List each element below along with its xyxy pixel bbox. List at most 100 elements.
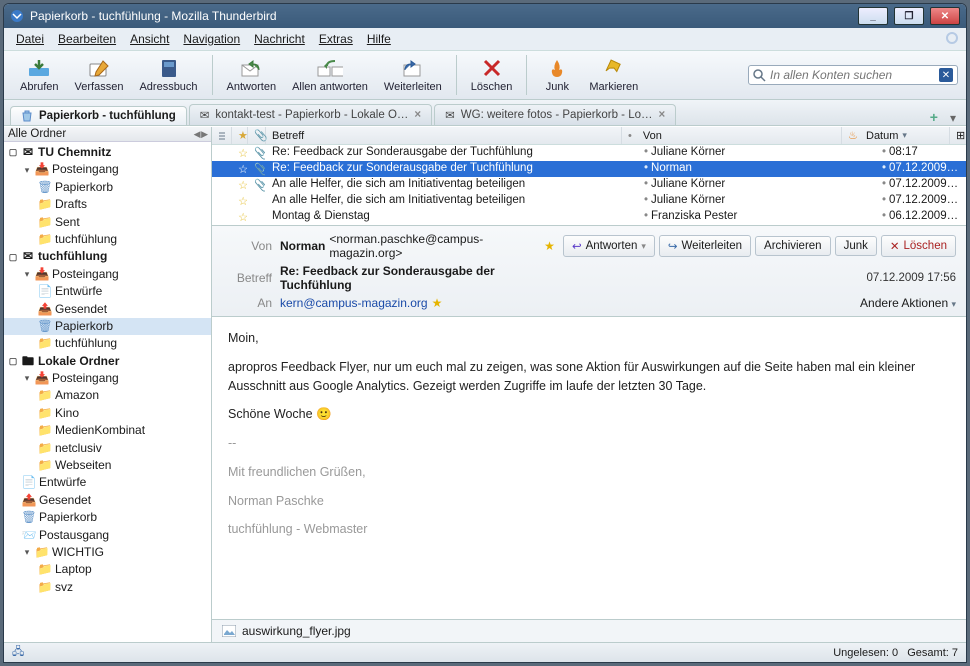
folder-webseiten[interactable]: 📁Webseiten [4,457,211,474]
row-subject: An alle Helfer, die sich am Initiativent… [266,193,638,209]
reply-button[interactable]: Antworten [219,55,285,95]
to-value: kern@campus-magazin.org ★ [280,296,555,310]
tab-close-icon[interactable]: × [414,109,421,121]
star-icon[interactable]: ☆ [232,193,248,209]
message-row[interactable]: ☆📎An alle Helfer, die sich am Initiative… [212,177,966,193]
junk-button[interactable]: Junk [533,55,581,95]
body-line: Moin, [228,329,950,348]
get-mail-button[interactable]: Abrufen [12,55,67,95]
menu-hilfe[interactable]: Hilfe [361,30,397,48]
star-icon[interactable]: ★ [544,239,555,253]
folder-amazon[interactable]: 📁Amazon [4,387,211,404]
star-icon[interactable]: ★ [432,296,443,310]
delete-button[interactable]: Löschen [463,55,521,95]
star-icon[interactable]: ☆ [232,209,248,225]
folder-pane: Alle Ordner ◀ ▶ ▢✉TU Chemnitz ▾📥Posteing… [4,127,212,642]
message-row[interactable]: ☆ An alle Helfer, die sich am Initiativen… [212,193,966,209]
tab-inactive-2[interactable]: ✉ WG: weitere fotos - Papierkorb - Lo… × [434,104,676,125]
menu-datei[interactable]: Datei [10,30,50,48]
account-tuchfuehlung[interactable]: ▢✉tuchfühlung [4,248,211,265]
reply-all-button[interactable]: Allen antworten [284,55,376,95]
folder-wichtig[interactable]: ▾📁WICHTIG [4,544,211,561]
folder-postausgang[interactable]: 📨Postausgang [4,527,211,544]
message-row[interactable]: ☆📎Re: Feedback zur Sonderausgabe der Tuc… [212,161,966,177]
folder-svz[interactable]: 📁svz [4,579,211,596]
app-icon [10,9,24,23]
addressbook-button[interactable]: Adressbuch [131,55,205,95]
close-button[interactable]: ✕ [930,7,960,25]
folder-sent[interactable]: 📁Sent [4,214,211,231]
message-row[interactable]: ☆Montag & Dienstag•Franziska Pester•06.1… [212,209,966,225]
folder-laptop[interactable]: 📁Laptop [4,561,211,578]
column-subject[interactable]: Betreff [266,127,622,144]
online-icon[interactable]: 🖧 [12,643,24,662]
other-actions-menu[interactable]: Andere Aktionen ▾ [563,296,956,310]
attachment-icon: 📎 [248,177,266,193]
column-attachment[interactable]: 📎 [248,127,266,144]
maximize-button[interactable]: ❐ [894,7,924,25]
tab-inactive-1[interactable]: ✉ kontakt-test - Papierkorb - Lokale O… … [189,104,432,125]
preview-forward-button[interactable]: ↪Weiterleiten [659,235,751,257]
preview-junk-button[interactable]: Junk [835,236,877,256]
column-star[interactable]: ★ [232,127,248,144]
preview-delete-button[interactable]: ✕Löschen [881,235,956,257]
column-picker[interactable]: ⊞ [950,127,966,144]
compose-button[interactable]: Verfassen [67,55,132,95]
folder-inbox[interactable]: ▾📥Posteingang [4,161,211,178]
menu-ansicht[interactable]: Ansicht [124,30,175,48]
menu-bearbeiten[interactable]: Bearbeiten [52,30,122,48]
tab-active[interactable]: Papierkorb - tuchfühlung [10,106,187,125]
folder-drafts[interactable]: 📄Entwürfe [4,474,211,491]
column-from[interactable]: • Von [622,127,842,144]
account-tu-chemnitz[interactable]: ▢✉TU Chemnitz [4,144,211,161]
folder-medienkombinat[interactable]: 📁MedienKombinat [4,422,211,439]
account-lokale-ordner[interactable]: ▢🖿Lokale Ordner [4,353,211,370]
column-junk[interactable]: ♨ [842,127,860,144]
menu-nachricht[interactable]: Nachricht [248,30,311,48]
menu-extras[interactable]: Extras [313,30,359,48]
star-icon[interactable]: ☆ [232,177,248,193]
column-date[interactable]: Datum ▾ [860,127,950,144]
folder-drafts[interactable]: 📄Entwürfe [4,283,211,300]
folder-papierkorb[interactable]: 🗑Papierkorb [4,179,211,196]
trash-icon [21,110,33,122]
junk-label: Junk [546,81,569,93]
folder-sent[interactable]: 📤Gesendet [4,492,211,509]
menu-navigation[interactable]: Navigation [177,30,246,48]
compose-icon [86,57,112,79]
folder-netclusiv[interactable]: 📁netclusiv [4,440,211,457]
attachment-bar[interactable]: auswirkung_flyer.jpg [212,619,966,642]
folder-tuchfuehlung[interactable]: 📁tuchfühlung [4,335,211,352]
global-search[interactable]: ✕ [748,65,958,85]
preview-archive-button[interactable]: Archivieren [755,236,831,256]
folder-tuchfuehlung[interactable]: 📁tuchfühlung [4,231,211,248]
row-date: •07.12.2009 1… [876,161,966,177]
main-pane: ★ 📎 Betreff • Von ♨ Datum ▾ ⊞ ☆📎Re: Feed… [212,127,966,642]
preview-reply-button[interactable]: ↩Antworten▾ [563,235,655,257]
signature-divider: -- [228,434,950,453]
folder-kino[interactable]: 📁Kino [4,405,211,422]
message-body: Moin, apropros Feedback Flyer, nur um eu… [212,317,966,619]
folder-papierkorb-selected[interactable]: 🗑Papierkorb [4,318,211,335]
search-input[interactable] [770,68,935,82]
folder-inbox[interactable]: ▾📥Posteingang [4,370,211,387]
folder-view-arrows[interactable]: ◀ ▶ [194,129,207,140]
star-icon[interactable]: ☆ [232,161,248,177]
search-clear-button[interactable]: ✕ [939,68,953,82]
minimize-button[interactable]: _ [858,7,888,25]
star-icon[interactable]: ☆ [232,145,248,161]
total-count: 7 [952,647,958,659]
tab-close-icon[interactable]: × [659,109,666,121]
message-row[interactable]: ☆📎Re: Feedback zur Sonderausgabe der Tuc… [212,145,966,161]
mark-button[interactable]: Markieren [581,55,646,95]
forward-button[interactable]: Weiterleiten [376,55,450,95]
folder-inbox[interactable]: ▾📥Posteingang [4,266,211,283]
tab-dropdown-button[interactable]: ▾ [946,111,960,125]
folder-papierkorb[interactable]: 🗑Papierkorb [4,509,211,526]
folder-drafts[interactable]: 📁Drafts [4,196,211,213]
new-tab-button[interactable]: + [924,109,944,125]
row-subject: Re: Feedback zur Sonderausgabe der Tuchf… [266,161,638,177]
column-thread[interactable] [212,127,232,144]
folder-sent[interactable]: 📤Gesendet [4,301,211,318]
recipient-link[interactable]: kern@campus-magazin.org [280,296,428,310]
